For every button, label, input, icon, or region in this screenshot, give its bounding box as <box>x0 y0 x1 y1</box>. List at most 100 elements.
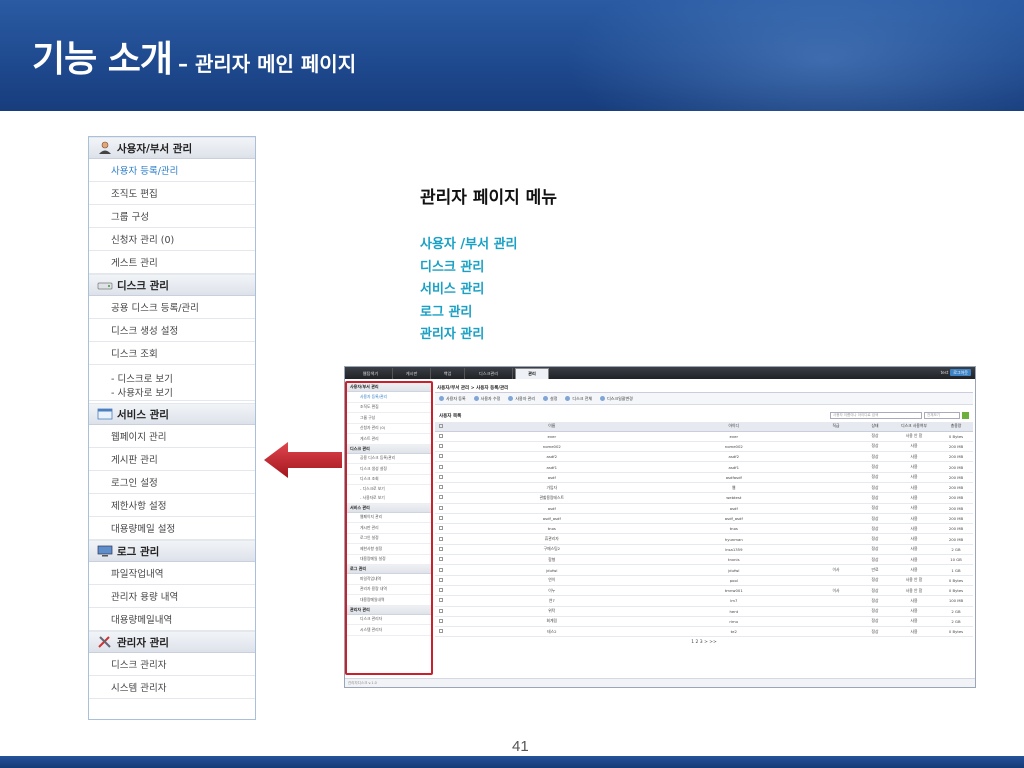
checkbox[interactable] <box>439 608 443 613</box>
menu-section-user[interactable]: 사용자/부서 관리 <box>89 137 255 159</box>
table-row[interactable]: 함형 tnxnis 정상 사용 10 GB <box>435 554 973 566</box>
table-row[interactable]: ever ever 정상 사용 안 함0 Bytes <box>435 431 973 442</box>
table-row[interactable]: asdf1 asdf1 정상 사용 200 MB <box>435 461 973 473</box>
disk-all-button[interactable]: 디스크 전체 <box>565 396 592 402</box>
table-row[interactable]: 가입자 웹 정상 사용 200 MB <box>435 482 973 494</box>
row-checkbox-cell[interactable] <box>435 595 447 607</box>
checkbox[interactable] <box>439 474 443 479</box>
checkbox[interactable] <box>439 598 443 603</box>
checkbox[interactable] <box>439 443 443 448</box>
column-header[interactable]: 디스크 사용여부 <box>889 422 939 432</box>
row-checkbox-cell[interactable] <box>435 513 447 525</box>
checkbox[interactable] <box>439 536 443 541</box>
row-checkbox-cell[interactable] <box>435 441 447 453</box>
menu-item-file-log[interactable]: 파일작업내역 <box>89 562 255 585</box>
tab-disk-admin[interactable]: 디스크관리 <box>465 368 513 379</box>
row-checkbox-cell[interactable] <box>435 431 447 442</box>
checkbox[interactable] <box>439 577 443 582</box>
row-checkbox-cell[interactable] <box>435 616 447 628</box>
table-row[interactable]: 휴관리자 hyunman 정상 사용 200 MB <box>435 533 973 545</box>
search-button[interactable] <box>962 412 969 419</box>
menu-item-applicants[interactable]: 신청자 관리 (0) <box>89 228 255 251</box>
menu-item-user-register[interactable]: 사용자 등록/관리 <box>89 159 255 182</box>
disk-bulk-change-button[interactable]: 디스크일괄변경 <box>600 396 633 402</box>
row-checkbox-cell[interactable] <box>435 554 447 566</box>
select-all-checkbox[interactable] <box>435 422 447 432</box>
checkbox[interactable] <box>439 433 443 438</box>
menu-item-limits[interactable]: 제한사항 설정 <box>89 494 255 517</box>
table-row[interactable]: asdf asdf 정상 사용 200 MB <box>435 503 973 514</box>
row-checkbox-cell[interactable] <box>435 523 447 535</box>
add-user-button[interactable]: 사용자 등록 <box>439 396 466 402</box>
checkbox[interactable] <box>439 557 443 562</box>
table-row[interactable]: 테스2 te2 정상 사용 0 Bytes <box>435 626 973 638</box>
menu-item-webpage[interactable]: 웹페이지 관리 <box>89 425 255 448</box>
column-header[interactable]: 상태 <box>861 422 889 432</box>
checkbox[interactable] <box>439 485 443 490</box>
menu-section-disk[interactable]: 디스크 관리 <box>89 274 255 296</box>
menu-item-login[interactable]: 로그인 설정 <box>89 471 255 494</box>
menu-subitem-by-disk[interactable]: - 디스크로 보기 <box>111 369 255 387</box>
menu-item-disk-create[interactable]: 디스크 생성 설정 <box>89 319 255 342</box>
checkbox[interactable] <box>439 505 443 510</box>
pagination[interactable]: 1 2 3 > >> <box>435 640 973 645</box>
column-header[interactable]: 직급 <box>811 422 861 432</box>
table-row[interactable]: 위탁 hent 정상 사용 2 GB <box>435 606 973 617</box>
menu-item-board[interactable]: 게시판 관리 <box>89 448 255 471</box>
row-checkbox-cell[interactable] <box>435 606 447 617</box>
table-row[interactable]: 연7 lm7 정상 사용 100 MB <box>435 595 973 607</box>
checkbox[interactable] <box>439 495 443 500</box>
checkbox[interactable] <box>439 546 443 551</box>
row-checkbox-cell[interactable] <box>435 564 447 576</box>
menu-item-system-admin[interactable]: 시스템 관리자 <box>89 676 255 699</box>
row-checkbox-cell[interactable] <box>435 533 447 545</box>
checkbox[interactable] <box>439 588 443 593</box>
row-checkbox-cell[interactable] <box>435 503 447 514</box>
menu-section-log[interactable]: 로그 관리 <box>89 540 255 562</box>
row-checkbox-cell[interactable] <box>435 461 447 473</box>
table-row[interactable]: tnos tnos 정상 사용 200 MB <box>435 523 973 535</box>
table-row[interactable]: asdf2 asdf2 정상 사용 200 MB <box>435 451 973 463</box>
menu-item-bigmail[interactable]: 대용량메일 설정 <box>89 517 255 540</box>
checkbox[interactable] <box>439 516 443 521</box>
menu-section-admin[interactable]: 관리자 관리 <box>89 631 255 653</box>
row-checkbox-cell[interactable] <box>435 585 447 597</box>
table-row[interactable]: 이누 tmnw001 이사 정상 사용 안 함0 Bytes <box>435 585 973 597</box>
table-row[interactable]: asdf_asdf asdf_asdf 정상 사용 200 MB <box>435 513 973 525</box>
column-header[interactable]: 총용량 <box>939 422 973 432</box>
checkbox[interactable] <box>439 454 443 459</box>
checkbox[interactable] <box>439 526 443 531</box>
row-checkbox-cell[interactable] <box>435 451 447 463</box>
tab-admin[interactable]: 관리 <box>515 368 549 379</box>
column-header[interactable]: 이름 <box>447 422 657 432</box>
checkbox[interactable] <box>439 423 443 428</box>
manage-user-button[interactable]: 사용자 관리 <box>508 396 535 402</box>
menu-item-disk-admin[interactable]: 디스크 관리자 <box>89 653 255 676</box>
menu-section-service[interactable]: 서비스 관리 <box>89 403 255 425</box>
row-checkbox-cell[interactable] <box>435 472 447 483</box>
menu-item-disk-view[interactable]: 디스크 조회 <box>89 342 255 365</box>
search-input[interactable]: 사용자 이름이나 아이디로 검색 <box>830 412 922 419</box>
row-checkbox-cell[interactable] <box>435 544 447 556</box>
row-checkbox-cell[interactable] <box>435 575 447 586</box>
table-row[interactable]: 회계림 rimu 정상 사용 2 GB <box>435 616 973 628</box>
edit-user-button[interactable]: 사용자 수정 <box>473 396 500 402</box>
menu-item-guest[interactable]: 게스트 관리 <box>89 251 255 274</box>
row-checkbox-cell[interactable] <box>435 492 447 504</box>
checkbox[interactable] <box>439 567 443 572</box>
tab-board[interactable]: 게시판 <box>393 368 431 379</box>
checkbox[interactable] <box>439 618 443 623</box>
settings-button[interactable]: 설정 <box>543 396 557 402</box>
menu-item-bigmail-log[interactable]: 대용량메일내역 <box>89 608 255 631</box>
table-row[interactable]: asdf asdfasdf 정상 사용 200 MB <box>435 472 973 483</box>
filter-select[interactable]: 전체보기 <box>924 412 960 419</box>
table-row[interactable]: nome002 nome002 정상 사용 200 MB <box>435 441 973 453</box>
column-header[interactable]: 아이디 <box>656 422 811 432</box>
table-row[interactable]: 연이 pool 정상 사용 안 함0 Bytes <box>435 575 973 586</box>
menu-subitem-by-user[interactable]: - 사용자로 보기 <box>111 387 255 401</box>
table-row[interactable]: 관할용량테스트 webtest 정상 사용 200 MB <box>435 492 973 504</box>
tab-backup[interactable]: 백업 <box>431 368 465 379</box>
checkbox[interactable] <box>439 464 443 469</box>
table-row[interactable]: 구매스팀2 lnsa1359 정상 사용 2 GB <box>435 544 973 556</box>
menu-item-shared-disk[interactable]: 공용 디스크 등록/관리 <box>89 296 255 319</box>
